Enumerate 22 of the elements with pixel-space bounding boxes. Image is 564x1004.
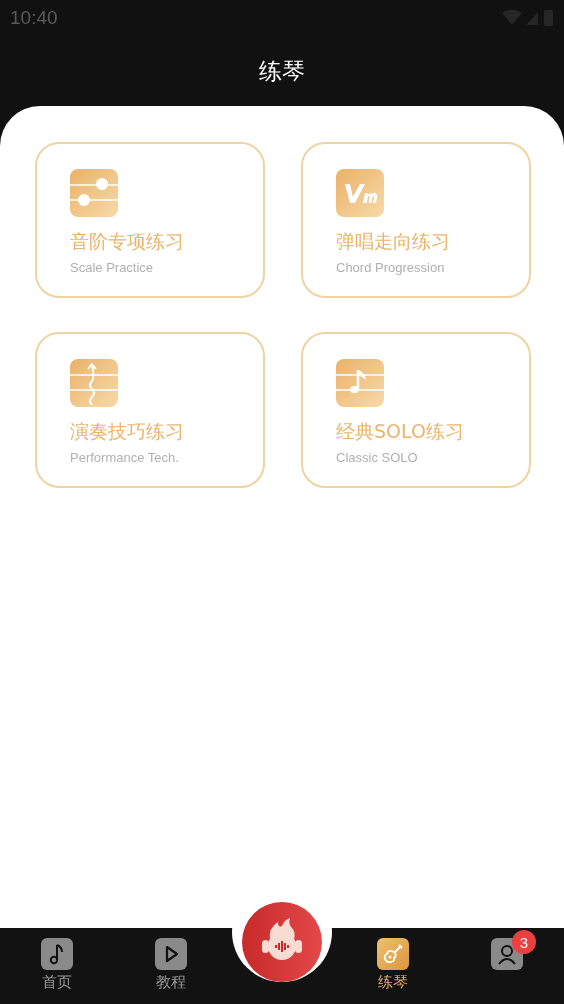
practice-card[interactable]: 经典SOLO练习 Classic SOLO — [301, 332, 531, 488]
card-subtitle: Performance Tech. — [70, 450, 180, 465]
card-title: 弹唱走向练习 — [336, 229, 451, 254]
chord-vm-icon — [336, 169, 384, 217]
nav-tab[interactable]: 教程 — [114, 928, 228, 1004]
card-title: 音阶专项练习 — [70, 229, 185, 254]
notification-badge: 3 — [512, 930, 536, 954]
practice-card[interactable]: 音阶专项练习 Scale Practice — [35, 142, 265, 298]
nav-tab[interactable]: 练琴 — [336, 928, 450, 1004]
scale-notes-icon — [70, 169, 118, 217]
practice-card[interactable]: 演奏技巧练习 Performance Tech. — [35, 332, 265, 488]
page-title: 练琴 — [259, 56, 305, 86]
card-subtitle: Scale Practice — [70, 260, 155, 275]
card-subtitle: Classic SOLO — [336, 450, 419, 465]
card-title: 经典SOLO练习 — [336, 419, 465, 444]
nav-tab[interactable]: 3 — [450, 928, 564, 1004]
status-time: 10:40 — [10, 7, 58, 29]
music-note-icon — [336, 359, 384, 407]
card-subtitle: Chord Progression — [336, 260, 446, 275]
nav-tab[interactable]: 首页 — [0, 928, 114, 1004]
card-title: 演奏技巧练习 — [70, 419, 185, 444]
practice-card[interactable]: 弹唱走向练习 Chord Progression — [301, 142, 531, 298]
